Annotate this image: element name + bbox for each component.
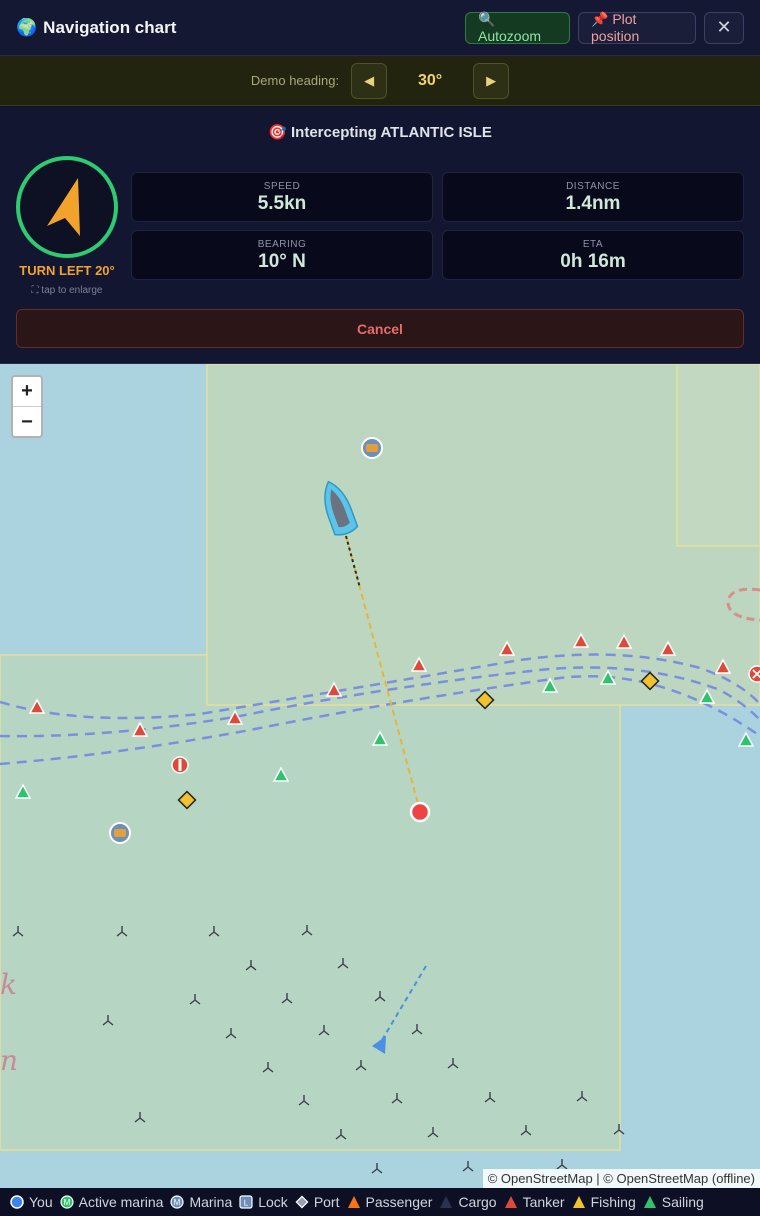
- port-diamond-icon: [295, 1195, 309, 1209]
- heading-decrease-button[interactable]: ◀: [351, 62, 388, 99]
- legend-label: Cargo: [458, 1194, 497, 1210]
- svg-text:M: M: [63, 1198, 70, 1207]
- legend-label: Passenger: [365, 1194, 433, 1210]
- legend-sailing: Sailing: [643, 1194, 704, 1210]
- bearing-stat: BEARING 10° N: [131, 230, 433, 280]
- map-legend: You M Active marina M Marina L Lock Port…: [0, 1188, 760, 1216]
- legend-label: Marina: [189, 1194, 233, 1210]
- enlarge-hint: ⛶ tap to enlarge: [31, 285, 103, 296]
- marina-icon[interactable]: [109, 822, 131, 844]
- speed-label: SPEED: [263, 181, 301, 192]
- eta-label: ETA: [582, 239, 604, 250]
- map-view[interactable]: k n + − © OpenStreetMap | © OpenStreetMa…: [0, 364, 760, 1188]
- legend-port: Port: [295, 1194, 340, 1210]
- demo-heading-bar: Demo heading: ◀ 30° ▶: [0, 56, 760, 106]
- place-label: k: [0, 968, 17, 1001]
- map-canvas: [0, 364, 760, 1174]
- restricted-zone: [676, 364, 760, 547]
- heading-value: 30°: [417, 71, 443, 89]
- legend-fishing: Fishing: [572, 1194, 636, 1210]
- legend-label: Lock: [258, 1194, 288, 1210]
- wreck-marker-icon[interactable]: [748, 665, 760, 683]
- distance-label: DISTANCE: [566, 181, 620, 192]
- eta-stat: ETA 0h 16m: [442, 230, 744, 280]
- fishing-triangle-icon: [572, 1196, 585, 1208]
- legend-cargo: Cargo: [439, 1194, 497, 1210]
- autozoom-button[interactable]: 🔍 Autozoom: [465, 11, 570, 44]
- bearing-label: BEARING: [257, 239, 307, 250]
- close-button[interactable]: ✕: [704, 11, 744, 44]
- marina-icon[interactable]: [361, 437, 383, 459]
- eta-value: 0h 16m: [560, 251, 626, 272]
- marina-legend-icon: M: [170, 1195, 185, 1209]
- distance-value: 1.4nm: [565, 193, 621, 214]
- distance-stat: DISTANCE 1.4nm: [442, 172, 744, 222]
- svg-text:M: M: [174, 1198, 181, 1207]
- active-marina-icon: M: [60, 1195, 74, 1209]
- legend-label: Tanker: [522, 1194, 565, 1210]
- intercept-status: 🎯 Intercepting ATLANTIC ISLE: [268, 124, 492, 141]
- top-bar: 🌍 Navigation chart 🔍 Autozoom 📌 Plot pos…: [0, 0, 760, 56]
- cargo-triangle-icon: [440, 1196, 453, 1208]
- legend-active-marina: M Active marina: [60, 1194, 164, 1210]
- place-label: n: [0, 1044, 19, 1077]
- zoom-in-button[interactable]: +: [13, 377, 41, 407]
- turn-instruction: TURN LEFT 20°: [19, 263, 115, 278]
- zoom-out-button[interactable]: −: [13, 407, 41, 436]
- heading-increase-button[interactable]: ▶: [473, 62, 510, 99]
- globe-icon: 🌍: [16, 17, 38, 37]
- speed-value: 5.5kn: [257, 193, 307, 214]
- demo-heading-label: Demo heading:: [250, 73, 340, 88]
- lock-icon: L: [239, 1195, 253, 1209]
- close-icon: ✕: [716, 17, 732, 37]
- bearing-value: 10° N: [258, 251, 306, 272]
- restricted-zone: [0, 654, 621, 1151]
- intercept-target-icon[interactable]: [409, 801, 431, 823]
- direction-compass[interactable]: [16, 156, 118, 258]
- you-icon: [10, 1195, 24, 1209]
- tanker-triangle-icon: [504, 1196, 517, 1208]
- legend-tanker: Tanker: [504, 1194, 565, 1210]
- passenger-triangle-icon: [347, 1196, 360, 1208]
- sailing-triangle-icon: [643, 1196, 656, 1208]
- chevron-right-icon: ▶: [486, 72, 497, 88]
- legend-label: Sailing: [661, 1194, 704, 1210]
- cancel-button[interactable]: Cancel: [16, 309, 744, 348]
- chevron-left-icon: ◀: [364, 72, 375, 88]
- legend-passenger: Passenger: [347, 1194, 433, 1210]
- speed-stat: SPEED 5.5kn: [131, 172, 433, 222]
- map-attribution[interactable]: © OpenStreetMap | © OpenStreetMap (offli…: [482, 1169, 760, 1188]
- svg-text:L: L: [244, 1199, 249, 1208]
- legend-you: You: [10, 1194, 53, 1210]
- navigation-panel: 🎯 Intercepting ATLANTIC ISLE TURN LEFT 2…: [0, 107, 760, 364]
- legend-lock: L Lock: [239, 1194, 288, 1210]
- plot-position-button[interactable]: 📌 Plot position: [578, 11, 696, 44]
- legend-label: Port: [313, 1194, 340, 1210]
- legend-label: You: [29, 1194, 53, 1210]
- page-title: 🌍 Navigation chart: [16, 18, 457, 38]
- legend-label: Fishing: [590, 1194, 636, 1210]
- page-title-text: Navigation chart: [43, 17, 177, 37]
- direction-arrow-icon: [47, 178, 80, 236]
- legend-label: Active marina: [78, 1194, 164, 1210]
- zoom-control: + −: [11, 375, 43, 438]
- legend-marina: M Marina: [170, 1194, 232, 1210]
- hazard-buoy-icon[interactable]: [171, 756, 189, 774]
